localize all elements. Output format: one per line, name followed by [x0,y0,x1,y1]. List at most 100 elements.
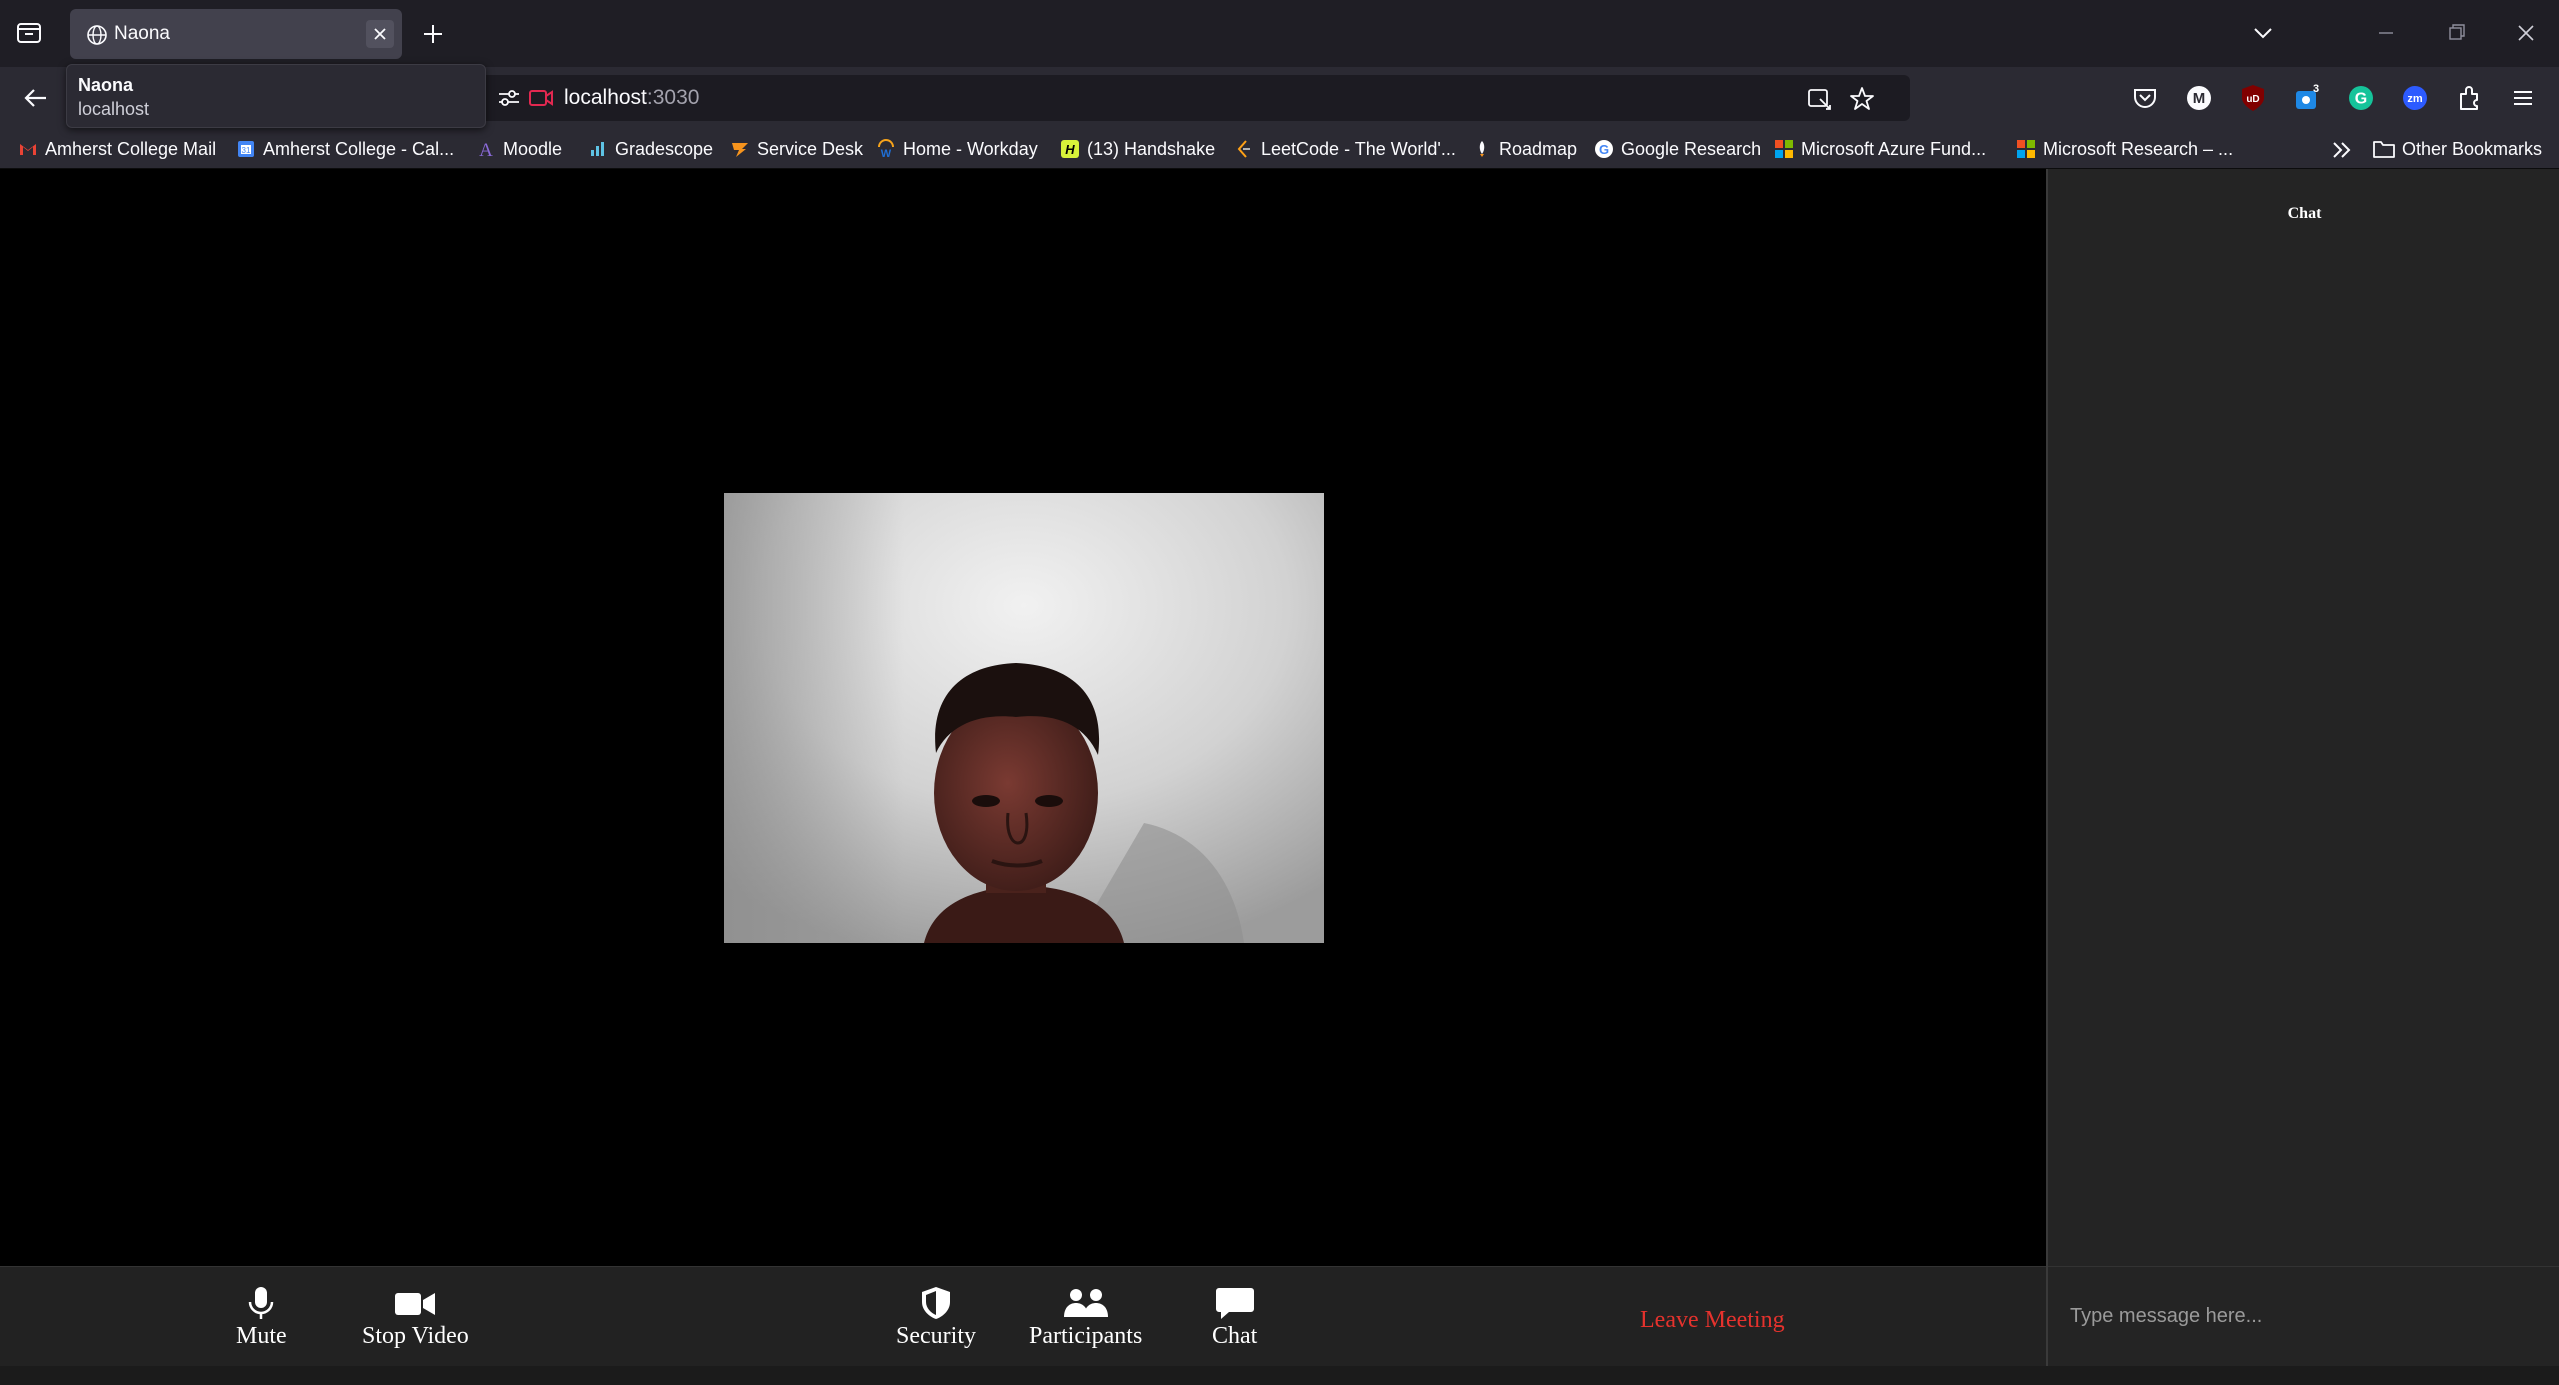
translate-icon[interactable] [1806,85,1834,113]
svg-text:H: H [1065,142,1075,157]
bookmark-roadmap[interactable]: Roadmap [1472,135,1577,163]
security-label: Security [896,1323,976,1349]
chat-panel-title: Chat [2287,205,2322,222]
other-bookmarks-label: Other Bookmarks [2402,138,2543,159]
grammarly-icon[interactable]: G [2345,82,2377,114]
bookmark-microsoft-azure[interactable]: Microsoft Azure Fund... [1774,135,1986,163]
roadmap-icon [1479,141,1485,157]
calendar-icon: 31 [238,141,254,157]
tooltip-host: localhost [78,99,150,119]
chat-panel: Chat [2046,169,2559,1366]
bookmark-handshake[interactable]: H (13) Handshake [1060,135,1215,163]
badge-extension-icon[interactable]: 3 [2291,82,2323,114]
svg-text:zm: zm [2407,93,2423,105]
bookmark-label: Moodle [503,138,563,159]
chat-message-input[interactable] [2048,1266,2559,1366]
svg-text:uD: uD [2246,94,2259,105]
url-text[interactable]: localhost:3030 [564,86,699,110]
restore-icon[interactable] [2434,14,2478,52]
permissions-icon[interactable] [496,87,522,109]
chat-button[interactable]: Chat [1212,1285,1257,1350]
bookmark-microsoft-research[interactable]: Microsoft Research – ... [2016,135,2233,163]
globe-icon [86,24,108,46]
mute-label: Mute [236,1323,287,1349]
bookmark-label: Amherst College - Cal... [263,138,455,159]
zoom-extension-icon[interactable]: zm [2399,82,2431,114]
close-tab-icon[interactable] [366,20,394,48]
participants-icon [1063,1289,1108,1317]
bookmarks-toolbar: Amherst College Mail 31 Amherst College … [0,129,2559,169]
menu-icon[interactable] [2507,82,2539,114]
bookmark-label: Google Research [1621,138,1762,159]
chat-label: Chat [1212,1323,1258,1349]
folder-icon [2373,141,2395,158]
microsoft-icon [1775,140,1793,158]
minimize-icon[interactable] [2364,14,2408,52]
pocket-icon[interactable] [2129,82,2161,114]
bookmark-label: Amherst College Mail [45,138,217,159]
bookmark-moodle[interactable]: A Moodle [476,135,562,163]
gradescope-icon [591,142,604,156]
meeting-page: Mute Stop Video Security Participants Ch… [0,169,2559,1385]
participants-button[interactable]: Participants [1029,1285,1142,1350]
participant-video [724,493,1324,943]
stop-video-button[interactable]: Stop Video [362,1285,469,1350]
bookmark-label: Microsoft Research – ... [2043,138,2234,159]
participants-label: Participants [1029,1323,1143,1349]
bookmark-amherst-calendar[interactable]: 31 Amherst College - Cal... [236,135,454,163]
bookmark-label: Home - Workday [903,138,1038,159]
m-extension-icon[interactable]: M [2183,82,2215,114]
bookmark-star-icon[interactable] [1848,85,1876,113]
os-taskbar [0,1366,2559,1385]
stop-video-label: Stop Video [362,1323,469,1349]
svg-text:G: G [2355,91,2367,108]
tooltip-title: Naona [78,75,134,95]
bookmark-label: Roadmap [1499,138,1578,159]
bookmark-label: Microsoft Azure Fund... [1801,138,1987,159]
bookmark-label: (13) Handshake [1087,138,1216,159]
svg-text:A: A [479,140,493,159]
ublock-icon[interactable]: uD [2237,82,2269,114]
bookmark-label: Service Desk [757,138,864,159]
url-bar[interactable]: localhost:3030 [480,75,1910,121]
other-bookmarks-folder[interactable]: Other Bookmarks [2372,135,2542,163]
service-desk-icon [732,143,748,157]
close-window-icon[interactable] [2504,14,2548,52]
camera-sharing-icon[interactable] [528,87,554,109]
bookmark-gradescope[interactable]: Gradescope [588,135,713,163]
extensions-icon[interactable] [2453,82,2485,114]
mute-button[interactable]: Mute [236,1285,287,1350]
svg-text:M: M [2193,90,2206,107]
bookmark-label: LeetCode - The World'... [1261,138,1456,159]
tab-naona[interactable]: Naona [70,9,402,59]
tab-bar: Naona [0,0,2559,67]
shield-icon [921,1287,950,1319]
back-arrow-icon[interactable] [18,81,52,115]
microphone-icon [249,1287,274,1319]
video-grid [0,169,2046,1266]
svg-text:W: W [881,148,892,159]
microsoft-icon [2017,140,2035,158]
security-button[interactable]: Security [896,1285,976,1350]
tab-tooltip: Naona localhost [66,64,486,128]
video-camera-icon [395,1293,436,1315]
bookmark-google-research[interactable]: G Google Research [1594,135,1761,163]
svg-text:G: G [1599,142,1609,157]
chevron-double-right-icon[interactable] [2328,137,2356,163]
chevron-down-icon[interactable] [2248,20,2278,46]
gmail-icon [20,144,36,155]
new-tab-icon[interactable] [418,19,448,49]
meeting-toolbar: Mute Stop Video Security Participants Ch… [0,1266,2046,1366]
bookmark-workday[interactable]: W Home - Workday [876,135,1038,163]
bookmark-label: Gradescope [615,138,714,159]
svg-text:3: 3 [2313,83,2319,95]
leave-meeting-button[interactable]: Leave Meeting [1640,1307,1785,1334]
webcam-feed-image [724,493,1324,943]
bookmark-amherst-mail[interactable]: Amherst College Mail [18,135,216,163]
bookmark-leetcode[interactable]: LeetCode - The World'... [1234,135,1456,163]
tab-title: Naona [114,23,170,44]
google-icon: G [1595,140,1613,158]
tab-list-icon[interactable] [14,19,44,47]
leetcode-icon [1237,140,1250,158]
bookmark-service-desk[interactable]: Service Desk [730,135,863,163]
